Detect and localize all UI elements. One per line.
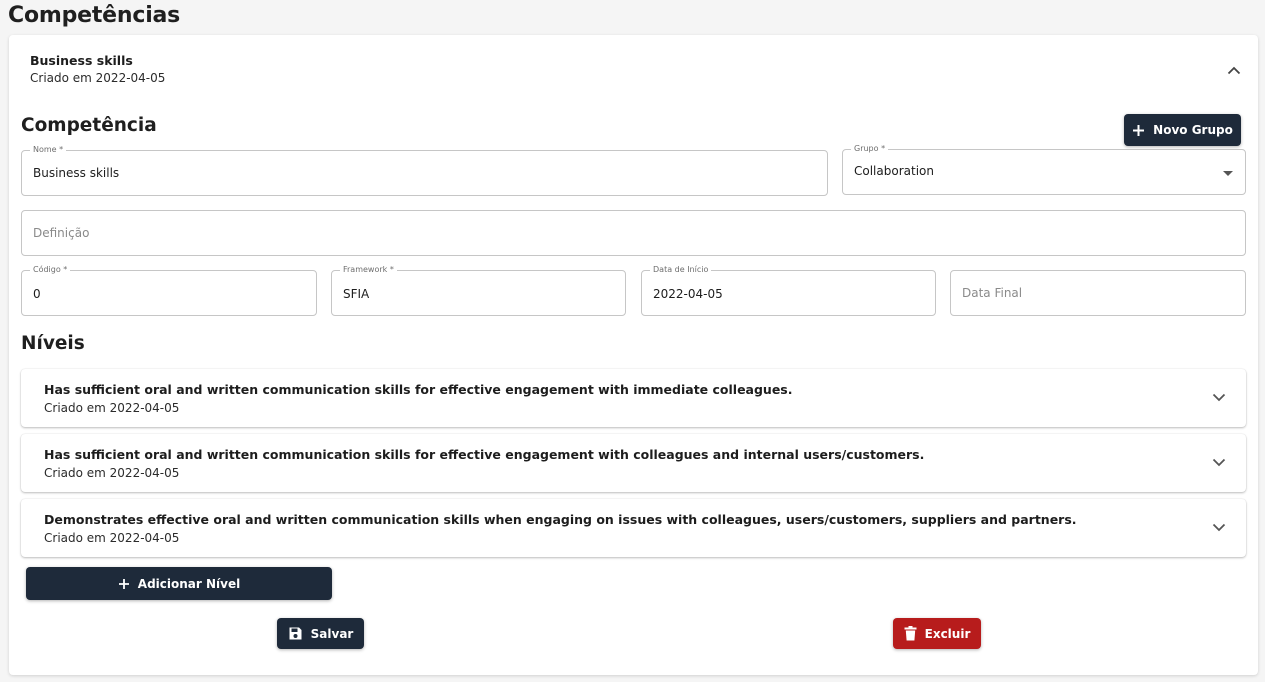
chevron-down-icon — [1212, 393, 1226, 401]
page-title: Competências — [8, 3, 181, 28]
add-level-button[interactable]: Adicionar Nível — [26, 567, 332, 600]
level-created-date: Criado em 2022-04-05 — [44, 401, 180, 415]
group-select-label: Grupo * — [851, 144, 889, 154]
code-field-label: Código * — [30, 265, 71, 275]
name-field-value: Business skills — [33, 166, 120, 180]
accordion-created-date: Criado em 2022-04-05 — [30, 71, 166, 85]
caret-down-icon — [1223, 171, 1233, 176]
framework-field-value: SFIA — [343, 287, 370, 301]
expand-button[interactable] — [1210, 388, 1228, 406]
start-date-field[interactable]: Data de Início 2022-04-05 — [641, 265, 936, 316]
delete-label: Excluir — [924, 626, 971, 641]
level-title: Demonstrates effective oral and written … — [44, 512, 1077, 527]
framework-field-label: Framework * — [340, 265, 397, 275]
expand-button[interactable] — [1210, 453, 1228, 471]
levels-section-title: Níveis — [21, 333, 85, 354]
level-item[interactable]: Demonstrates effective oral and written … — [21, 499, 1246, 557]
expand-button[interactable] — [1210, 518, 1228, 536]
new-group-label: Novo Grupo — [1153, 123, 1233, 137]
competency-accordion: Business skills Criado em 2022-04-05 Com… — [9, 35, 1258, 675]
plus-icon — [118, 578, 129, 589]
name-field[interactable]: Nome * Business skills — [21, 145, 828, 196]
group-select[interactable]: Grupo * Collaboration — [842, 144, 1246, 195]
save-button[interactable]: Salvar — [277, 618, 364, 649]
level-item[interactable]: Has sufficient oral and written communic… — [21, 434, 1246, 492]
framework-field[interactable]: Framework * SFIA — [331, 265, 626, 316]
accordion-title: Business skills — [30, 53, 133, 68]
add-level-label: Adicionar Nível — [137, 576, 241, 591]
level-title: Has sufficient oral and written communic… — [44, 382, 793, 397]
chevron-down-icon — [1212, 458, 1226, 466]
floppy-disk-icon — [289, 627, 302, 640]
level-created-date: Criado em 2022-04-05 — [44, 466, 180, 480]
chevron-down-icon — [1212, 523, 1226, 531]
level-item[interactable]: Has sufficient oral and written communic… — [21, 369, 1246, 427]
name-field-label: Nome * — [30, 145, 67, 155]
level-title: Has sufficient oral and written communic… — [44, 447, 925, 462]
chevron-up-icon — [1227, 66, 1241, 74]
group-select-value: Collaboration — [854, 164, 934, 178]
level-created-date: Criado em 2022-04-05 — [44, 531, 180, 545]
competency-section-title: Competência — [21, 115, 157, 136]
delete-button[interactable]: Excluir — [893, 618, 981, 649]
start-date-value: 2022-04-05 — [653, 287, 723, 301]
plus-icon — [1133, 124, 1145, 136]
definition-placeholder: Definição — [33, 226, 90, 240]
save-label: Salvar — [310, 626, 354, 641]
new-group-button[interactable]: Novo Grupo — [1124, 114, 1241, 146]
definition-field[interactable]: Definição — [21, 210, 1246, 256]
code-field[interactable]: Código * 0 — [21, 265, 317, 316]
trash-icon — [904, 626, 917, 641]
end-date-field[interactable]: Data Final — [950, 270, 1246, 316]
start-date-label: Data de Início — [650, 265, 712, 275]
collapse-button[interactable] — [1223, 59, 1245, 81]
code-field-value: 0 — [33, 287, 41, 301]
end-date-placeholder: Data Final — [962, 286, 1023, 300]
